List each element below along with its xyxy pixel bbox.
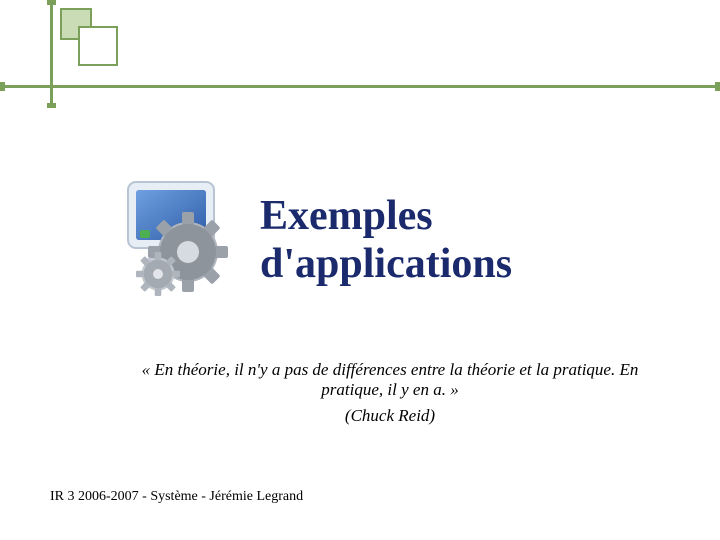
header-decoration	[0, 0, 720, 120]
title-line-2: d'applications	[260, 240, 512, 288]
slide-title: Exemples d'applications	[260, 192, 512, 289]
quote-block: « En théorie, il n'y a pas de différence…	[110, 360, 670, 426]
quote-attribution: (Chuck Reid)	[110, 406, 670, 426]
application-settings-icon	[110, 170, 250, 310]
quote-text: « En théorie, il n'y a pas de différence…	[110, 360, 670, 400]
title-line-1: Exemples	[260, 192, 512, 240]
footer-text: IR 3 2006-2007 - Système - Jérémie Legra…	[50, 489, 303, 505]
main-content: Exemples d'applications	[0, 170, 720, 310]
